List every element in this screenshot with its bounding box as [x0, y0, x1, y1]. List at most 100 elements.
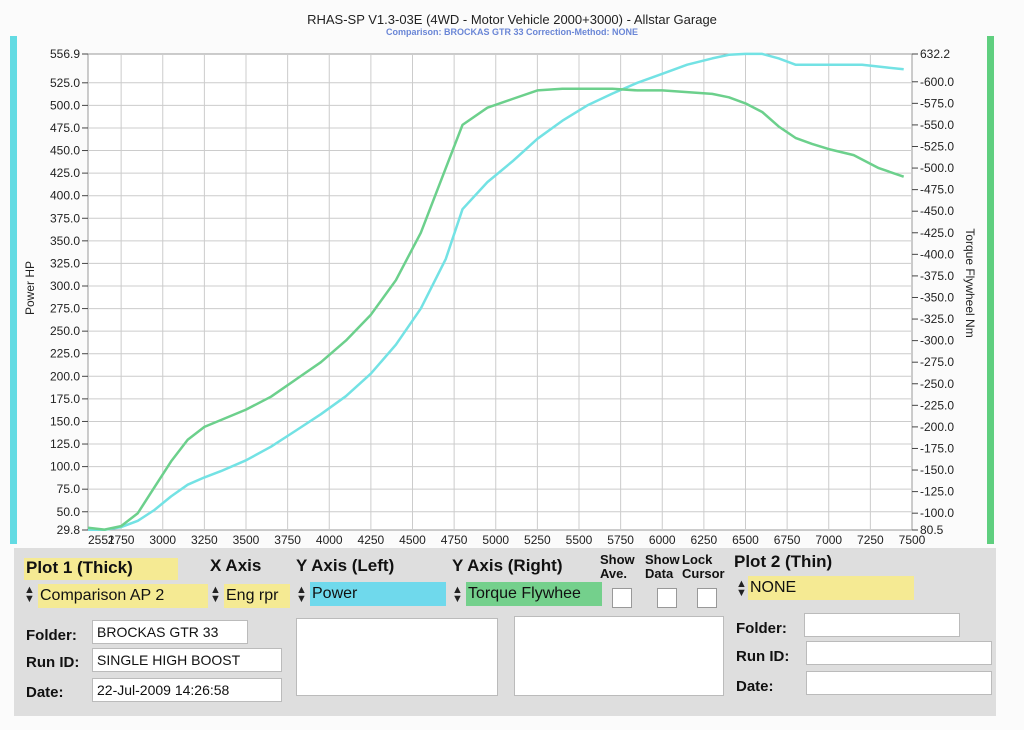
x-tick-label: 6250 — [691, 533, 718, 547]
plot2-spinner-icon[interactable]: ▲ ▼ — [736, 579, 747, 599]
y-right-tick-label: -500.0 — [920, 161, 954, 175]
folder2-label: Folder: — [736, 620, 787, 637]
y-axis-left-label: Y Axis (Left) — [296, 556, 395, 575]
y-right-tick-label: -575.0 — [920, 96, 954, 110]
plot-area — [87, 53, 913, 531]
dyno-report-page: RHAS-SP V1.3-03E (4WD - Motor Vehicle 20… — [0, 0, 1024, 730]
y-right-axis-label: Torque Flywheel Nm — [963, 228, 977, 337]
x-tick-label: 4250 — [358, 533, 385, 547]
y-left-tick-label: 475.0 — [50, 121, 80, 135]
y-axis-left-spinner-icon[interactable]: ▲ ▼ — [296, 585, 307, 605]
x-axis-select[interactable]: Eng rpr — [224, 584, 290, 608]
x-axis-spinner-icon[interactable]: ▲ ▼ — [210, 585, 221, 605]
x-tick-label: 5500 — [566, 533, 593, 547]
date-field[interactable]: 22-Jul-2009 14:26:58 — [92, 678, 282, 702]
y-left-tick-label: 425.0 — [50, 166, 80, 180]
run-id2-label: Run ID: — [736, 648, 790, 665]
x-tick-label: 6500 — [732, 533, 759, 547]
y-axis-right-spinner-icon[interactable]: ▲ ▼ — [452, 585, 463, 605]
y-right-tick-label: -450.0 — [920, 204, 954, 218]
right-accent-bar — [987, 36, 994, 544]
y-right-tick-label: -200.0 — [920, 420, 954, 434]
show-data-label: Show Data — [645, 553, 680, 581]
show-data-label-line2: Data — [645, 566, 674, 581]
x-tick-label: 6000 — [649, 533, 676, 547]
y-axis-left-select[interactable]: Power — [310, 582, 446, 606]
y-right-tick-label: -300.0 — [920, 334, 954, 348]
plot2-select[interactable]: NONE — [748, 576, 914, 600]
y-left-tick-label: 29.8 — [57, 523, 81, 537]
show-data-label-line1: Show — [645, 552, 680, 567]
y-left-tick-label: 275.0 — [50, 302, 80, 316]
show-ave-checkbox[interactable] — [612, 588, 632, 608]
x-tick-label: 3500 — [233, 533, 260, 547]
y-left-tick-label: 375.0 — [50, 211, 80, 225]
show-ave-label-line1: Show — [600, 552, 635, 567]
y-right-tick-label: -225.0 — [920, 398, 954, 412]
y-left-tick-label: 350.0 — [50, 234, 80, 248]
x-tick-label: 2750 — [108, 533, 135, 547]
y-right-tick-label: -600.0 — [920, 75, 954, 89]
plot1-spinner-icon[interactable]: ▲ ▼ — [24, 585, 35, 605]
show-ave-label-line2: Ave. — [600, 566, 627, 581]
x-tick-label: 7000 — [815, 533, 842, 547]
dyno-chart: 25512750 3000 3250 3500 3750 4000 4250 4500 4750… — [10, 36, 994, 547]
y-right-tick-label: -125.0 — [920, 485, 954, 499]
show-ave-label: Show Ave. — [600, 553, 635, 581]
y-right-tick-label: -375.0 — [920, 269, 954, 283]
x-tick-label: 6750 — [774, 533, 801, 547]
show-data-checkbox[interactable] — [657, 588, 677, 608]
x-tick-label: 4000 — [316, 533, 343, 547]
folder-field[interactable]: BROCKAS GTR 33 — [92, 620, 248, 644]
y-axis-right-select[interactable]: Torque Flywhee — [466, 582, 602, 606]
y-left-tick-label: 175.0 — [50, 392, 80, 406]
x-axis-ticks: 25512750 3000 3250 3500 3750 4000 4250 4500 4750… — [88, 533, 926, 547]
y-right-axis-ticks: 632.2 -600.0 -575.0 -550.0 -525.0 -500.0 -475.… — [912, 47, 954, 537]
x-tick-label: 3000 — [149, 533, 176, 547]
y-left-tick-label: 400.0 — [50, 189, 80, 203]
x-tick-label: 5000 — [482, 533, 509, 547]
plot1-select[interactable]: Comparison AP 2 — [38, 584, 208, 608]
y-axis-right-label: Y Axis (Right) — [452, 556, 563, 575]
x-tick-label: 4750 — [441, 533, 468, 547]
run-id2-field[interactable] — [806, 641, 992, 665]
x-tick-label: 4500 — [399, 533, 426, 547]
y-left-tick-label: 225.0 — [50, 347, 80, 361]
y-left-tick-label: 556.9 — [50, 47, 80, 61]
date2-field[interactable] — [806, 671, 992, 695]
left-accent-bar — [10, 36, 17, 544]
y-left-tick-label: 100.0 — [50, 460, 80, 474]
lock-cursor-label: Lock Cursor — [682, 553, 725, 581]
notes-box-right[interactable] — [514, 616, 724, 696]
y-left-tick-label: 75.0 — [57, 482, 81, 496]
run-id-field[interactable]: SINGLE HIGH BOOST — [92, 648, 282, 672]
y-right-tick-label: -550.0 — [920, 118, 954, 132]
y-left-tick-label: 250.0 — [50, 324, 80, 338]
plot1-label: Plot 1 (Thick) — [24, 558, 178, 580]
run-id-label: Run ID: — [26, 654, 80, 671]
y-left-tick-label: 525.0 — [50, 76, 80, 90]
y-right-tick-label: -425.0 — [920, 226, 954, 240]
y-right-tick-label: 632.2 — [920, 47, 950, 61]
y-left-tick-label: 300.0 — [50, 279, 80, 293]
x-tick-label: 7250 — [857, 533, 884, 547]
y-left-axis-label: Power HP — [23, 261, 37, 315]
notes-box-left[interactable] — [296, 618, 498, 696]
y-left-tick-label: 150.0 — [50, 414, 80, 428]
plot2-label: Plot 2 (Thin) — [734, 552, 833, 571]
control-panel: Plot 1 (Thick) ▲ ▼ Comparison AP 2 X Axis… — [14, 548, 996, 716]
lock-cursor-checkbox[interactable] — [697, 588, 717, 608]
y-right-tick-label: -350.0 — [920, 290, 954, 304]
y-left-tick-label: 50.0 — [57, 505, 81, 519]
x-tick-label: 5750 — [607, 533, 634, 547]
y-right-tick-label: -250.0 — [920, 377, 954, 391]
x-tick-label: 3750 — [274, 533, 301, 547]
lock-cursor-label-line1: Lock — [682, 552, 713, 567]
y-left-axis-ticks: 556.9 525.0 500.0 475.0 450.0 425.0 400.0 375.0… — [50, 47, 88, 537]
y-right-tick-label: -475.0 — [920, 183, 954, 197]
x-axis-label: X Axis — [210, 556, 262, 575]
folder2-field[interactable] — [804, 613, 960, 637]
lock-cursor-label-line2: Cursor — [682, 566, 725, 581]
date-label: Date: — [26, 684, 64, 701]
y-right-tick-label: -150.0 — [920, 463, 954, 477]
